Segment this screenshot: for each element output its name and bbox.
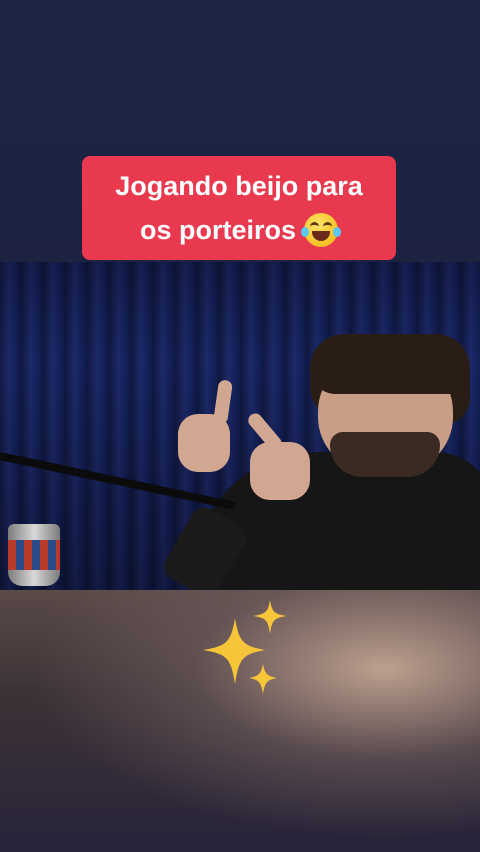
right-hand bbox=[250, 442, 310, 500]
video-frame[interactable] bbox=[0, 262, 480, 590]
person-beard bbox=[330, 432, 440, 477]
caption-banner: Jogando beijo para os porteiros bbox=[82, 156, 396, 260]
caption-line-2-row: os porteiros bbox=[139, 208, 342, 252]
face-with-tears-of-joy-icon bbox=[301, 213, 342, 247]
caption-line-1: Jogando beijo para bbox=[115, 171, 363, 201]
caption-line-2: os porteiros bbox=[139, 215, 297, 245]
sparkles-icon bbox=[203, 600, 287, 694]
cup-band bbox=[8, 540, 60, 570]
person-hair-top bbox=[310, 334, 470, 394]
